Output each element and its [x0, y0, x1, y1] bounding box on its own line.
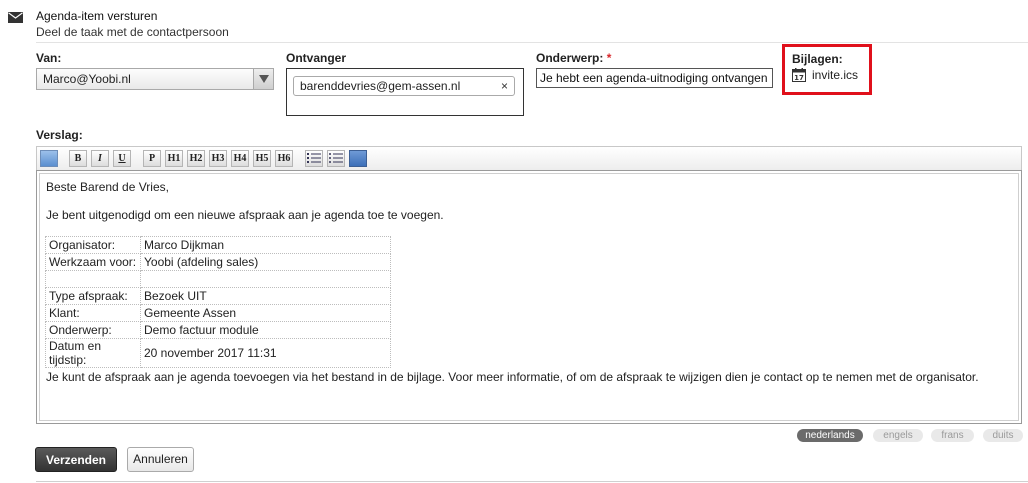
- html-source-icon[interactable]: [40, 150, 58, 167]
- van-select[interactable]: Marco@Yoobi.nl: [36, 68, 274, 90]
- onderwerp-label: Onderwerp: *: [536, 51, 612, 65]
- underline-button[interactable]: U: [113, 150, 131, 167]
- remove-recipient-icon[interactable]: ×: [501, 79, 508, 93]
- unordered-list-icon[interactable]: [327, 150, 345, 167]
- h1-button[interactable]: H1: [165, 150, 183, 167]
- table-row: Datum en tijdstip: 20 november 2017 11:31: [45, 338, 391, 368]
- bijlagen-section: Bijlagen: 17 invite.ics: [782, 44, 872, 95]
- calendar-icon: 17: [792, 68, 806, 82]
- envelope-icon: [8, 12, 23, 23]
- onderwerp-input[interactable]: [536, 68, 773, 88]
- ontvanger-label: Ontvanger: [286, 51, 347, 65]
- paragraph-button[interactable]: P: [143, 150, 161, 167]
- italic-button[interactable]: I: [91, 150, 109, 167]
- editor-greeting: Beste Barend de Vries,: [46, 180, 169, 194]
- table-row: Type afspraak: Bezoek UIT: [45, 287, 391, 305]
- cancel-button[interactable]: Annuleren: [127, 447, 194, 472]
- lang-tab-duits[interactable]: duits: [983, 429, 1023, 442]
- chevron-down-icon[interactable]: [253, 69, 273, 89]
- ordered-list-icon[interactable]: [305, 150, 323, 167]
- attachment-filename: invite.ics: [812, 68, 859, 82]
- editor-toolbar: B I U P H1 H2 H3 H4 H5 H6: [36, 146, 1022, 170]
- page-title: Agenda-item versturen: [36, 9, 158, 23]
- recipient-token: barenddevries@gem-assen.nl ×: [293, 76, 515, 96]
- table-row: Onderwerp: Demo factuur module: [45, 321, 391, 339]
- attachment-link[interactable]: 17 invite.ics: [792, 68, 858, 82]
- h6-button[interactable]: H6: [275, 150, 293, 167]
- recipient-email: barenddevries@gem-assen.nl: [300, 79, 461, 93]
- h3-button[interactable]: H3: [209, 150, 227, 167]
- header-divider: [36, 42, 1028, 43]
- van-label: Van:: [36, 51, 62, 65]
- lang-tab-nederlands[interactable]: nederlands: [797, 429, 863, 442]
- svg-text:17: 17: [794, 74, 804, 82]
- h4-button[interactable]: H4: [231, 150, 249, 167]
- table-row: Klant: Gemeente Assen: [45, 304, 391, 322]
- appointment-table: Organisator: Marco Dijkman Werkzaam voor:…: [45, 236, 391, 368]
- page-subtitle: Deel de taak met de contactpersoon: [36, 25, 229, 39]
- image-icon[interactable]: [349, 150, 367, 167]
- footer-divider: [36, 481, 1028, 482]
- table-row: Organisator: Marco Dijkman: [45, 236, 391, 254]
- table-row: [45, 270, 391, 288]
- send-button[interactable]: Verzenden: [35, 447, 117, 472]
- editor-intro: Je bent uitgenodigd om een nieuwe afspra…: [46, 208, 444, 222]
- verslag-label: Verslag:: [36, 128, 83, 142]
- bold-button[interactable]: B: [69, 150, 87, 167]
- bijlagen-label: Bijlagen:: [792, 52, 843, 66]
- van-value: Marco@Yoobi.nl: [43, 72, 131, 86]
- h2-button[interactable]: H2: [187, 150, 205, 167]
- table-row: Werkzaam voor: Yoobi (afdeling sales): [45, 253, 391, 271]
- h5-button[interactable]: H5: [253, 150, 271, 167]
- editor-closing: Je kunt de afspraak aan je agenda toevoe…: [46, 370, 979, 384]
- lang-tab-engels[interactable]: engels: [873, 429, 923, 442]
- ontvanger-input[interactable]: barenddevries@gem-assen.nl ×: [286, 68, 524, 116]
- required-mark: *: [606, 51, 612, 65]
- lang-tab-frans[interactable]: frans: [931, 429, 974, 442]
